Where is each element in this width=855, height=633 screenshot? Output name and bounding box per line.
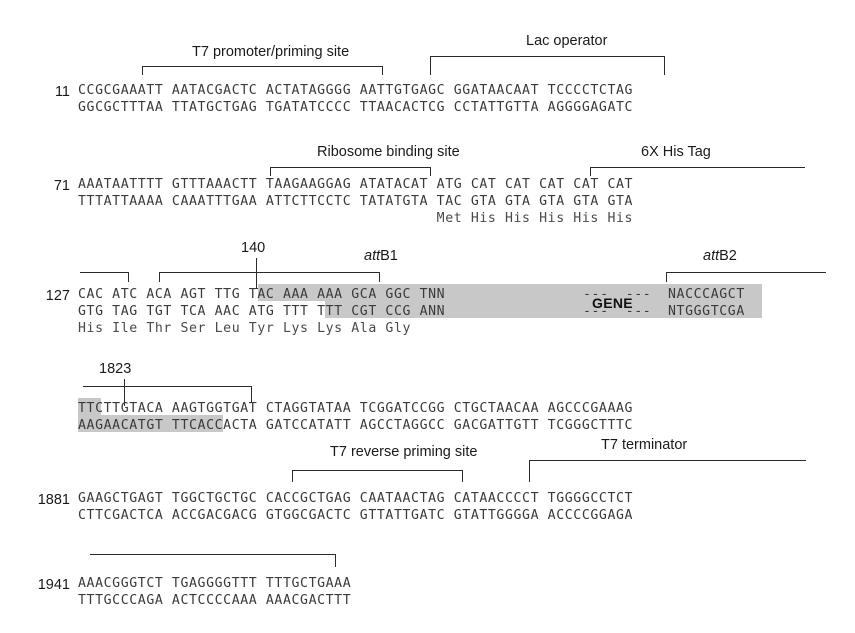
annotation-t7-terminator: T7 terminator (601, 437, 688, 453)
top-strand: GAAGCTGAGT TGGCTGCTGC CACCGCTGAG CAATAAC… (78, 491, 634, 506)
bottom-strand: TTTATTAAAA CAAATTTGAA ATTCTTCCTC TATATGT… (78, 194, 634, 209)
sequence-strands: TTCTTGTACA AAGTGGTGAT CTAGGTATAA TCGGATC… (78, 400, 633, 434)
sequence-map-figure: T7 promoter/priming site Lac operator 11… (0, 0, 855, 633)
bracket-t7-terminator-continued (90, 554, 335, 555)
bracket-rbs-right-tick (430, 167, 431, 176)
top-strand: CCGCGAAATT AATACGACTC ACTATAGGGG AATTGTG… (78, 83, 634, 98)
bracket-t7-promoter-left-tick (142, 66, 143, 75)
bracket-t7-reverse-top (292, 470, 462, 471)
attb1-italic-part: att (364, 248, 381, 264)
top-strand: CAC ATC ACA AGT TTG TAC AAA AAA GCA GGC … (78, 287, 446, 302)
bracket-his-tag-end-tick (128, 272, 129, 282)
bracket-t7-promoter-top (142, 66, 382, 67)
attb2-italic-part: att (703, 248, 720, 264)
bracket-his-tag-top (590, 167, 805, 168)
bracket-attb2-top (666, 272, 826, 273)
marker-140-leader-line (256, 258, 257, 288)
bracket-t7-terminator-end-tick (335, 554, 336, 567)
amino-acid-row: Met His His His His His (78, 211, 634, 226)
bracket-rbs-top (270, 167, 430, 168)
annotation-t7-promoter: T7 promoter/priming site (192, 44, 350, 60)
sequence-strands: CAC ATC ACA AGT TTG TAC AAA AAA GCA GGC … (78, 286, 445, 337)
marker-1823: 1823 (99, 361, 132, 377)
bottom-strand: CTTCGACTCA ACCGACGACG GTGGCGACTC GTTATTG… (78, 508, 634, 523)
bracket-attb1-right-tick (379, 272, 380, 282)
marker-140: 140 (241, 240, 266, 256)
coordinate-label: 71 (53, 178, 70, 194)
bracket-lac-operator-top (430, 56, 664, 57)
bottom-strand: GGCGCTTTAA TTATGCTGAG TGATATCCCC TTAACAC… (78, 100, 634, 115)
bracket-his-tag-continued (80, 272, 128, 273)
sequence-strands: GAAGCTGAGT TGGCTGCTGC CACCGCTGAG CAATAAC… (78, 490, 633, 524)
gene-placeholder-label: GENE (592, 295, 633, 311)
coordinate-label: 11 (54, 84, 70, 100)
top-strand: AAATAATTTT GTTTAAACTT TAAGAAGGAG ATATACA… (78, 177, 634, 192)
bracket-t7-promoter-right-tick (382, 66, 383, 75)
top-strand: NACCCAGCT (668, 287, 745, 302)
sequence-strands-attb2-tail: NACCCAGCT NTGGGTCGA (668, 286, 745, 320)
bottom-strand: TTTGCCCAGA ACTCCCCAAA AAACGACTTT (78, 593, 352, 608)
bracket-his-tag-left-tick (590, 167, 591, 176)
bracket-t7-terminator-top (529, 460, 806, 461)
attb2-number-part: B2 (719, 248, 737, 264)
bracket-attb1-left-tick (159, 272, 160, 282)
coordinate-label: 127 (45, 288, 70, 304)
annotation-t7-reverse-priming-site: T7 reverse priming site (330, 444, 478, 460)
bracket-1823-top (83, 386, 251, 387)
bracket-t7-terminator-left-tick (529, 460, 530, 482)
bracket-t7-reverse-left-tick (292, 470, 293, 482)
annotation-attb2: attB2 (703, 248, 737, 264)
coordinate-label: 1881 (37, 492, 70, 508)
sequence-strands: CCGCGAAATT AATACGACTC ACTATAGGGG AATTGTG… (78, 82, 633, 116)
bottom-strand: AAGAACATGT TTCACCACTA GATCCATATT AGCCTAG… (78, 418, 634, 433)
bracket-attb1-top (159, 272, 379, 273)
bracket-t7-reverse-right-tick (462, 470, 463, 482)
coordinate-label: 1941 (37, 577, 70, 593)
bracket-lac-operator-left-tick (430, 56, 431, 75)
bracket-rbs-left-tick (270, 167, 271, 176)
bracket-lac-operator-right-tick (664, 56, 665, 75)
annotation-attb1: attB1 (364, 248, 398, 264)
sequence-strands: AAATAATTTT GTTTAAACTT TAAGAAGGAG ATATACA… (78, 176, 633, 227)
attb1-number-part: B1 (380, 248, 398, 264)
top-strand: AAACGGGTCT TGAGGGGTTT TTTGCTGAAA (78, 576, 352, 591)
annotation-ribosome-binding-site: Ribosome binding site (317, 144, 460, 160)
bracket-attb2-left-tick (666, 272, 667, 282)
bottom-strand: GTG TAG TGT TCA AAC ATG TTT TTT CGT CCG … (78, 304, 446, 319)
top-strand: TTCTTGTACA AAGTGGTGAT CTAGGTATAA TCGGATC… (78, 401, 634, 416)
bottom-strand: NTGGGTCGA (668, 304, 745, 319)
amino-acid-row: His Ile Thr Ser Leu Tyr Lys Lys Ala Gly (78, 321, 412, 336)
annotation-lac-operator: Lac operator (526, 33, 608, 49)
sequence-strands: AAACGGGTCT TGAGGGGTTT TTTGCTGAAA TTTGCCC… (78, 575, 351, 609)
annotation-his-tag: 6X His Tag (641, 144, 711, 160)
